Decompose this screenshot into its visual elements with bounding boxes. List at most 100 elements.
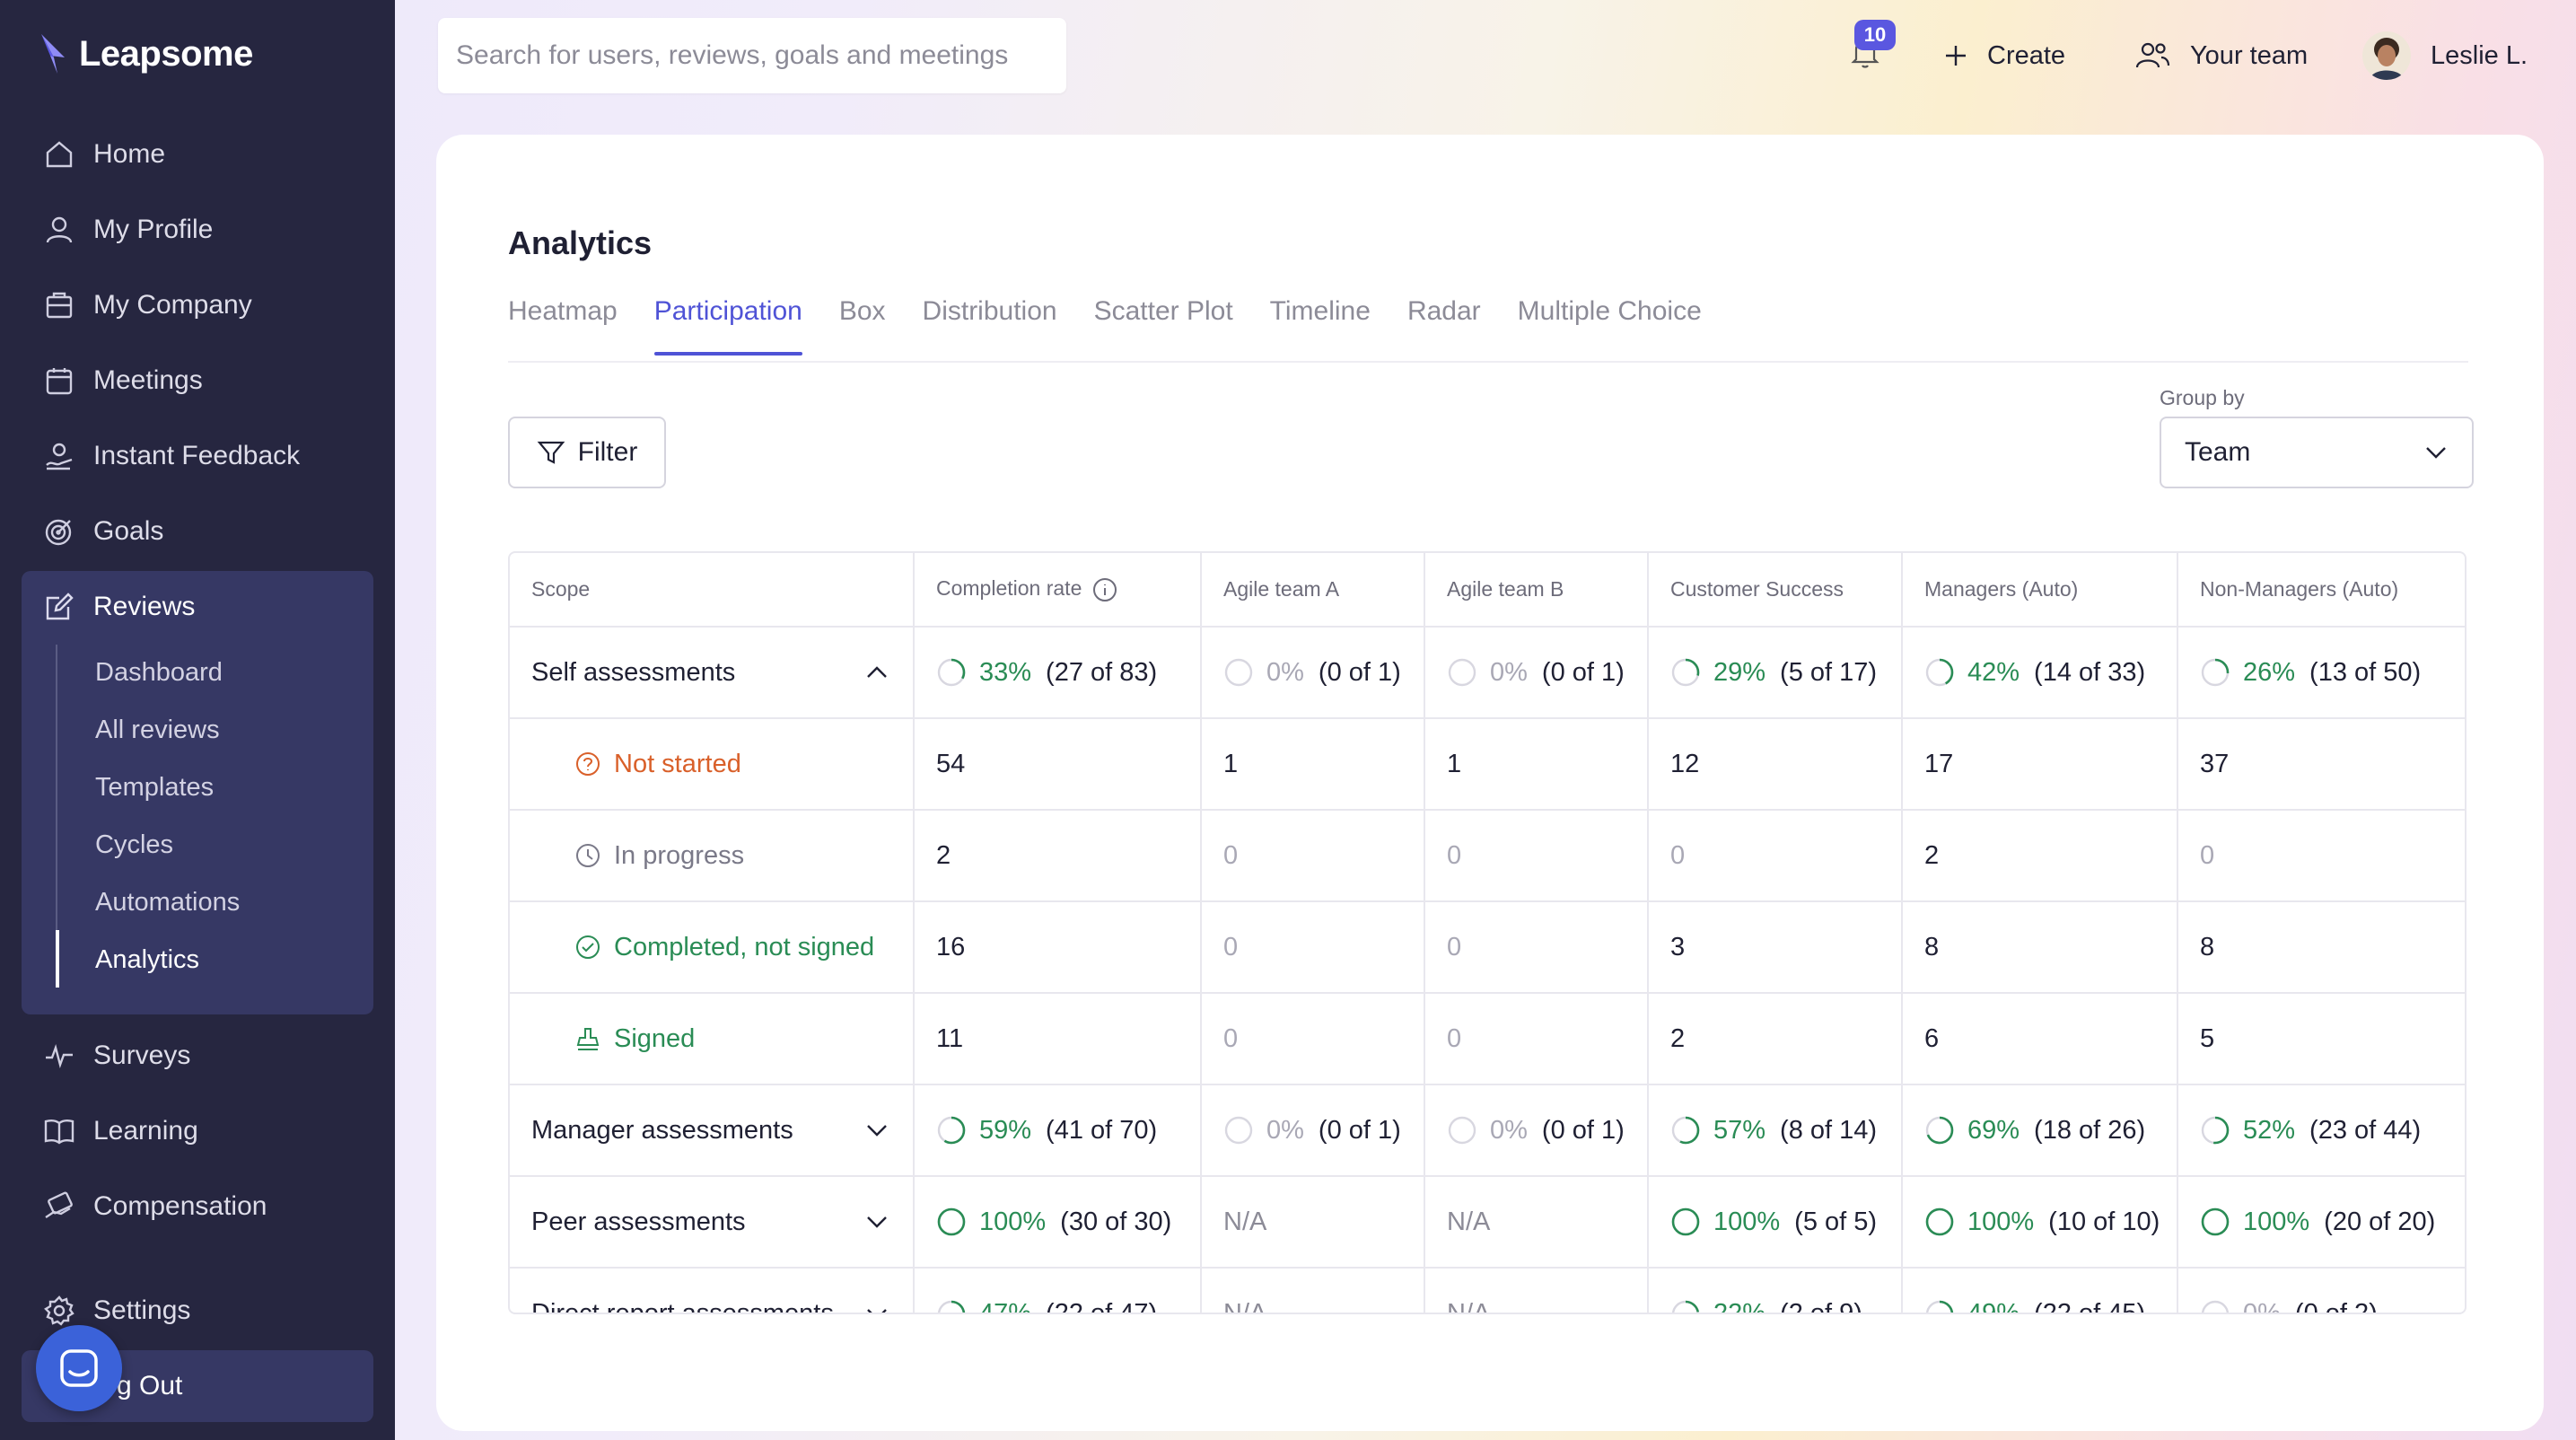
- value-cell: 0: [1201, 993, 1425, 1085]
- completion-count: (0 of 2): [2294, 1299, 2378, 1314]
- money-icon: [43, 1190, 75, 1223]
- sidebar-item-surveys[interactable]: Surveys: [43, 1029, 190, 1083]
- sidebar-item-label: Learning: [93, 1116, 198, 1146]
- table-row-not-started: Not started 54 1 1 12 17 37: [510, 718, 2465, 811]
- completion-rate: 0% (0 of 2): [2200, 1299, 2465, 1314]
- completion-count: (30 of 30): [1060, 1207, 1172, 1236]
- progress-ring-track: [1671, 1300, 1700, 1313]
- sidebar-subitem-cycles[interactable]: Cycles: [95, 822, 173, 867]
- scope-label: Peer assessments: [531, 1207, 746, 1236]
- group-by-select[interactable]: Team: [2160, 417, 2474, 488]
- tab-participation[interactable]: Participation: [653, 296, 802, 359]
- progress-ring-icon: [1448, 1116, 1476, 1145]
- table-row-self-assessments[interactable]: Self assessments 33% (27 of 83) 0% (0 of 1…: [510, 627, 2465, 719]
- leapsome-logo[interactable]: Leapsome: [38, 32, 253, 75]
- completion-rate: 0% (0 of 1): [1223, 657, 1424, 688]
- sidebar-item-label: Surveys: [93, 1040, 191, 1070]
- rate-cell: 52% (23 of 44): [2177, 1084, 2465, 1177]
- chevron-down-icon[interactable]: [864, 1209, 889, 1234]
- rate-cell: 100% (30 of 30): [914, 1176, 1202, 1269]
- completion-rate: 33% (27 of 83): [936, 657, 1200, 688]
- participation-table-wrapper: Scope Completion rate Agile team A Agile…: [508, 551, 2466, 1314]
- progress-ring-track: [1925, 1300, 1954, 1313]
- tab-box[interactable]: Box: [839, 296, 886, 359]
- tab-radar[interactable]: Radar: [1407, 296, 1481, 359]
- your-team-button[interactable]: Your team: [2134, 27, 2308, 84]
- progress-ring-fill: [1925, 1207, 1954, 1236]
- progress-ring-track: [1224, 658, 1253, 687]
- search-input[interactable]: [456, 40, 1066, 71]
- completion-rate: 47% (22 of 47): [936, 1299, 1200, 1313]
- progress-ring-icon: [2201, 658, 2230, 687]
- completion-rate: 49% (22 of 45): [1924, 1299, 2177, 1313]
- rate-cell: 69% (18 of 26): [1902, 1084, 2178, 1177]
- sidebar-subitem-analytics[interactable]: Analytics: [95, 937, 199, 982]
- brand-name: Leapsome: [79, 33, 253, 74]
- completion-rate: 29% (5 of 17): [1670, 657, 1901, 688]
- rate-cell: N/A: [1201, 1176, 1425, 1269]
- sidebar-item-home[interactable]: Home: [43, 127, 165, 181]
- sidebar-item-reviews[interactable]: Reviews: [43, 580, 195, 634]
- sidebar-item-instant-feedback[interactable]: Instant Feedback: [43, 429, 300, 483]
- status-cell: Not started: [510, 718, 915, 811]
- sidebar-item-goals[interactable]: Goals: [43, 505, 163, 558]
- tab-heatmap[interactable]: Heatmap: [508, 296, 618, 359]
- tab-multiple-choice[interactable]: Multiple Choice: [1518, 296, 1702, 359]
- completion-count: (0 of 1): [1318, 1115, 1401, 1145]
- sidebar-subitem-automations[interactable]: Automations: [95, 880, 240, 925]
- completion-rate: 59% (41 of 70): [936, 1115, 1200, 1146]
- completion-rate: 0% (0 of 1): [1223, 1115, 1424, 1146]
- table-row-direct-report-assessments[interactable]: Direct report assessments 47% (22 of 47) …: [510, 1268, 2465, 1315]
- table-row-peer-assessments[interactable]: Peer assessments 100% (30 of 30) N/A N/A …: [510, 1176, 2465, 1269]
- create-button[interactable]: Create: [1942, 27, 2065, 84]
- sidebar-subitem-all-reviews[interactable]: All reviews: [95, 707, 220, 752]
- progress-ring-icon: [1925, 1300, 1954, 1313]
- progress-ring-icon: [1224, 1116, 1253, 1145]
- table-row-in-progress: In progress 2 0 0 0 2 0: [510, 810, 2465, 902]
- building-icon: [43, 289, 75, 321]
- sidebar-subitem-templates[interactable]: Templates: [95, 765, 214, 810]
- chevron-down-icon[interactable]: [864, 1118, 889, 1143]
- chevron-up-icon[interactable]: [864, 660, 889, 685]
- completion-rate: 22% (2 of 9): [1670, 1299, 1901, 1313]
- value-cell: 1: [1201, 718, 1425, 811]
- completion-count: (13 of 50): [2309, 657, 2422, 687]
- question-circle-icon: [576, 752, 600, 776]
- value-cell: 0: [1201, 901, 1425, 994]
- sidebar-subitem-dashboard[interactable]: Dashboard: [95, 650, 223, 695]
- leapsome-logo-icon: [41, 34, 65, 74]
- completion-percent: 42%: [1967, 657, 2020, 687]
- column-header: Customer Success: [1648, 553, 1903, 628]
- sidebar-item-my-company[interactable]: My Company: [43, 278, 252, 332]
- rate-cell: 100% (20 of 20): [2177, 1176, 2465, 1269]
- completion-percent: 0%: [1266, 1115, 1304, 1145]
- rate-cell: 0% (0 of 1): [1201, 1084, 1425, 1177]
- sidebar-item-meetings[interactable]: Meetings: [43, 354, 203, 408]
- value-cell: 37: [2177, 718, 2465, 811]
- chevron-down-icon: [2426, 447, 2446, 459]
- info-icon[interactable]: [1092, 577, 1117, 602]
- sidebar-item-my-profile[interactable]: My Profile: [43, 203, 213, 257]
- target-icon: [43, 515, 75, 548]
- tab-timeline[interactable]: Timeline: [1270, 296, 1371, 359]
- completion-rate: 69% (18 of 26): [1924, 1115, 2177, 1146]
- table-row-manager-assessments[interactable]: Manager assessments 59% (41 of 70) 0% (0 o…: [510, 1084, 2465, 1177]
- scope-label: Direct report assessments: [531, 1299, 834, 1314]
- value-cell: 0: [1648, 810, 1903, 902]
- progress-ring-icon: [937, 1207, 966, 1236]
- value-cell: 16: [914, 901, 1202, 994]
- chevron-down-icon[interactable]: [864, 1302, 889, 1315]
- completion-percent: 100%: [1967, 1207, 2035, 1236]
- user-name: Leslie L.: [2431, 40, 2528, 70]
- user-menu[interactable]: Leslie L.: [2362, 27, 2528, 84]
- tab-scatter-plot[interactable]: Scatter Plot: [1094, 296, 1233, 359]
- rate-cell: 0% (0 of 1): [1424, 1084, 1649, 1177]
- filter-button[interactable]: Filter: [508, 417, 666, 488]
- chat-launcher-button[interactable]: [36, 1325, 122, 1411]
- tab-distribution[interactable]: Distribution: [923, 296, 1057, 359]
- completion-count: (41 of 70): [1046, 1115, 1158, 1145]
- rate-cell: N/A: [1424, 1268, 1649, 1313]
- sidebar-item-logout[interactable]: g Out: [117, 1359, 182, 1413]
- sidebar-item-learning[interactable]: Learning: [43, 1104, 198, 1158]
- sidebar-item-compensation[interactable]: Compensation: [43, 1180, 267, 1234]
